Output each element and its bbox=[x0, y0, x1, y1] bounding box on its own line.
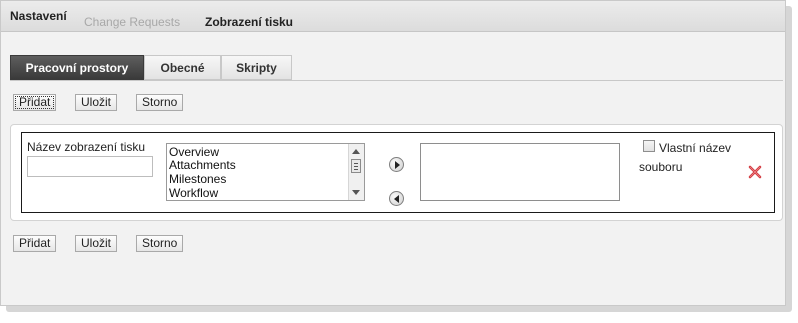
scroll-up-icon[interactable] bbox=[352, 149, 360, 154]
list-item-milestones[interactable]: Milestones bbox=[169, 172, 226, 186]
save-button-bottom[interactable]: Uložit bbox=[75, 235, 118, 252]
custom-filename-label-line2: souboru bbox=[639, 160, 683, 174]
move-right-icon[interactable] bbox=[389, 157, 404, 172]
move-left-icon[interactable] bbox=[389, 191, 404, 206]
available-sections-list[interactable]: Overview Attachments Milestones Workflow bbox=[166, 143, 365, 201]
nav-print-views[interactable]: Zobrazení tisku bbox=[205, 15, 293, 29]
settings-window: Nastavení Change Requests Zobrazení tisk… bbox=[0, 0, 786, 306]
list-item-attachments[interactable]: Attachments bbox=[169, 158, 236, 172]
scroll-thumb[interactable] bbox=[351, 159, 361, 173]
scroll-down-icon[interactable] bbox=[352, 190, 360, 195]
cancel-button-bottom[interactable]: Storno bbox=[136, 235, 184, 252]
tab-scripts[interactable]: Skripty bbox=[221, 55, 292, 80]
tab-divider bbox=[10, 80, 783, 81]
add-button-bottom[interactable]: Přidat bbox=[13, 235, 57, 252]
nav-settings[interactable]: Nastavení bbox=[10, 9, 67, 23]
save-button-top[interactable]: Uložit bbox=[75, 94, 118, 111]
nav-change-requests[interactable]: Change Requests bbox=[84, 15, 180, 29]
selected-sections-list[interactable] bbox=[420, 143, 620, 201]
top-navigation: Nastavení Change Requests Zobrazení tisk… bbox=[1, 1, 785, 32]
print-view-name-input[interactable] bbox=[27, 156, 153, 177]
custom-filename-checkbox[interactable] bbox=[643, 140, 655, 152]
list-item-workflow[interactable]: Workflow bbox=[169, 186, 218, 200]
list-item-overview[interactable]: Overview bbox=[169, 145, 219, 159]
delete-icon[interactable] bbox=[747, 164, 763, 180]
list-scrollbar[interactable] bbox=[348, 144, 364, 200]
add-button-top[interactable]: Přidat bbox=[13, 94, 57, 111]
custom-filename-label-line1: Vlastní název bbox=[659, 141, 732, 155]
cancel-button-top[interactable]: Storno bbox=[136, 94, 184, 111]
tab-workspaces[interactable]: Pracovní prostory bbox=[10, 55, 144, 80]
print-view-name-label: Název zobrazení tisku bbox=[27, 140, 146, 154]
tab-general[interactable]: Obecné bbox=[144, 55, 221, 80]
